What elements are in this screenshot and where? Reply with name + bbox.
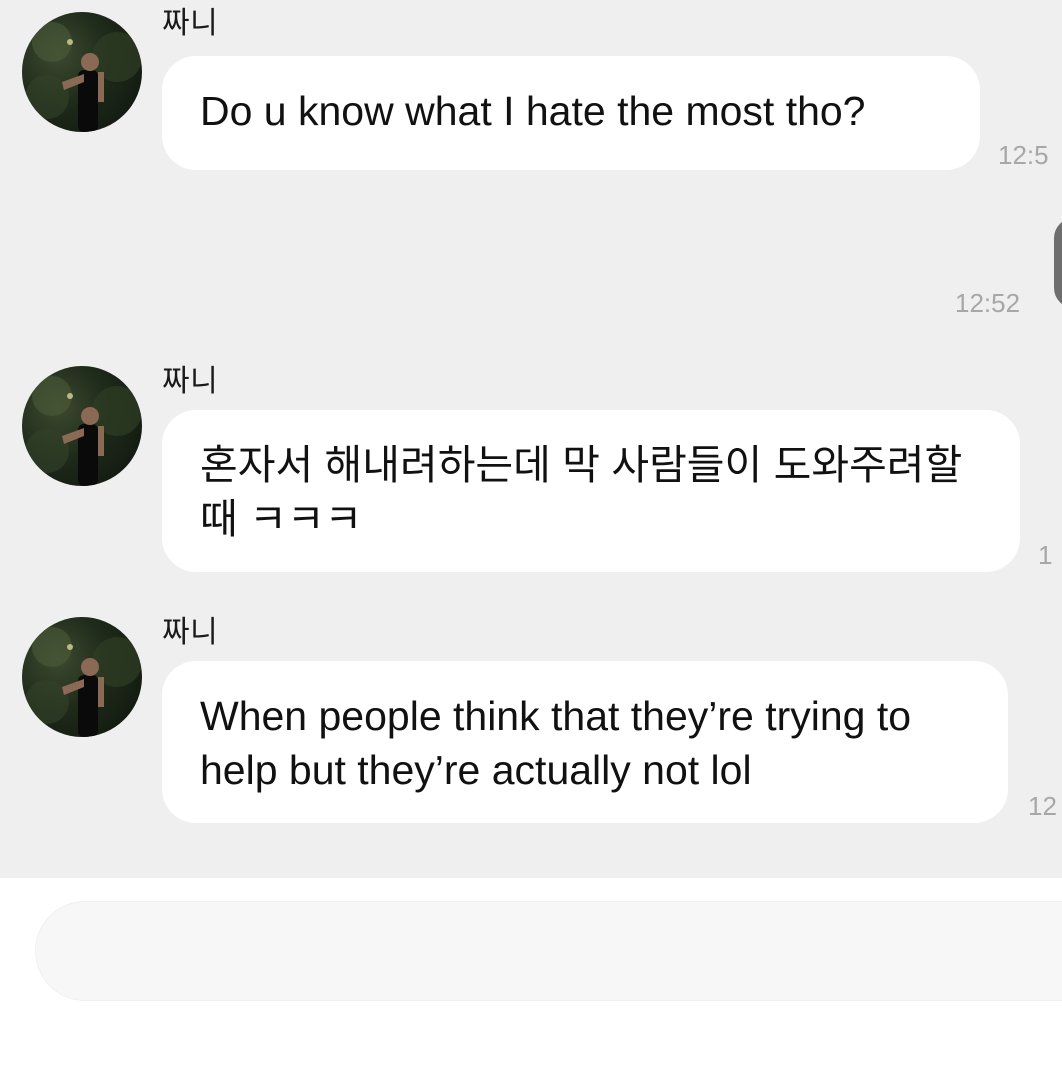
profile-photo-avatar-icon	[25, 22, 142, 132]
message-text: 혼자서 해내려하는데 막 사람들이 도와주려할 때 ㅋㅋㅋ	[200, 442, 963, 542]
message-text: Do u know what I hate the most tho?	[200, 88, 866, 134]
message-composer	[0, 878, 1062, 1065]
profile-photo-avatar-icon	[25, 627, 142, 737]
profile-avatar[interactable]	[22, 617, 142, 737]
message-timestamp: 12:5	[998, 140, 1049, 170]
outgoing-message-timestamp: 12:52	[955, 288, 1021, 318]
message-bubble[interactable]: 혼자서 해내려하는데 막 사람들이 도와주려할 때 ㅋㅋㅋ	[162, 410, 1020, 572]
profile-avatar[interactable]	[22, 366, 142, 486]
sender-name: 짜니	[162, 616, 219, 649]
message-input[interactable]	[35, 901, 1062, 1001]
outgoing-message-bubble[interactable]	[1054, 218, 1062, 308]
message-timestamp: 12	[1028, 791, 1057, 821]
message-bubble[interactable]: When people think that they’re trying to…	[162, 661, 1008, 823]
message-text: When people think that they’re trying to…	[200, 693, 912, 793]
sender-name: 짜니	[162, 7, 219, 40]
sender-name: 짜니	[162, 365, 219, 398]
chat-message-list[interactable]: 짜니 Do u know what I hate the most tho? 1…	[0, 0, 1062, 878]
message-timestamp: 1	[1038, 540, 1053, 570]
profile-avatar[interactable]	[22, 12, 142, 132]
profile-photo-avatar-icon	[25, 376, 142, 486]
message-bubble[interactable]: Do u know what I hate the most tho?	[162, 56, 980, 170]
